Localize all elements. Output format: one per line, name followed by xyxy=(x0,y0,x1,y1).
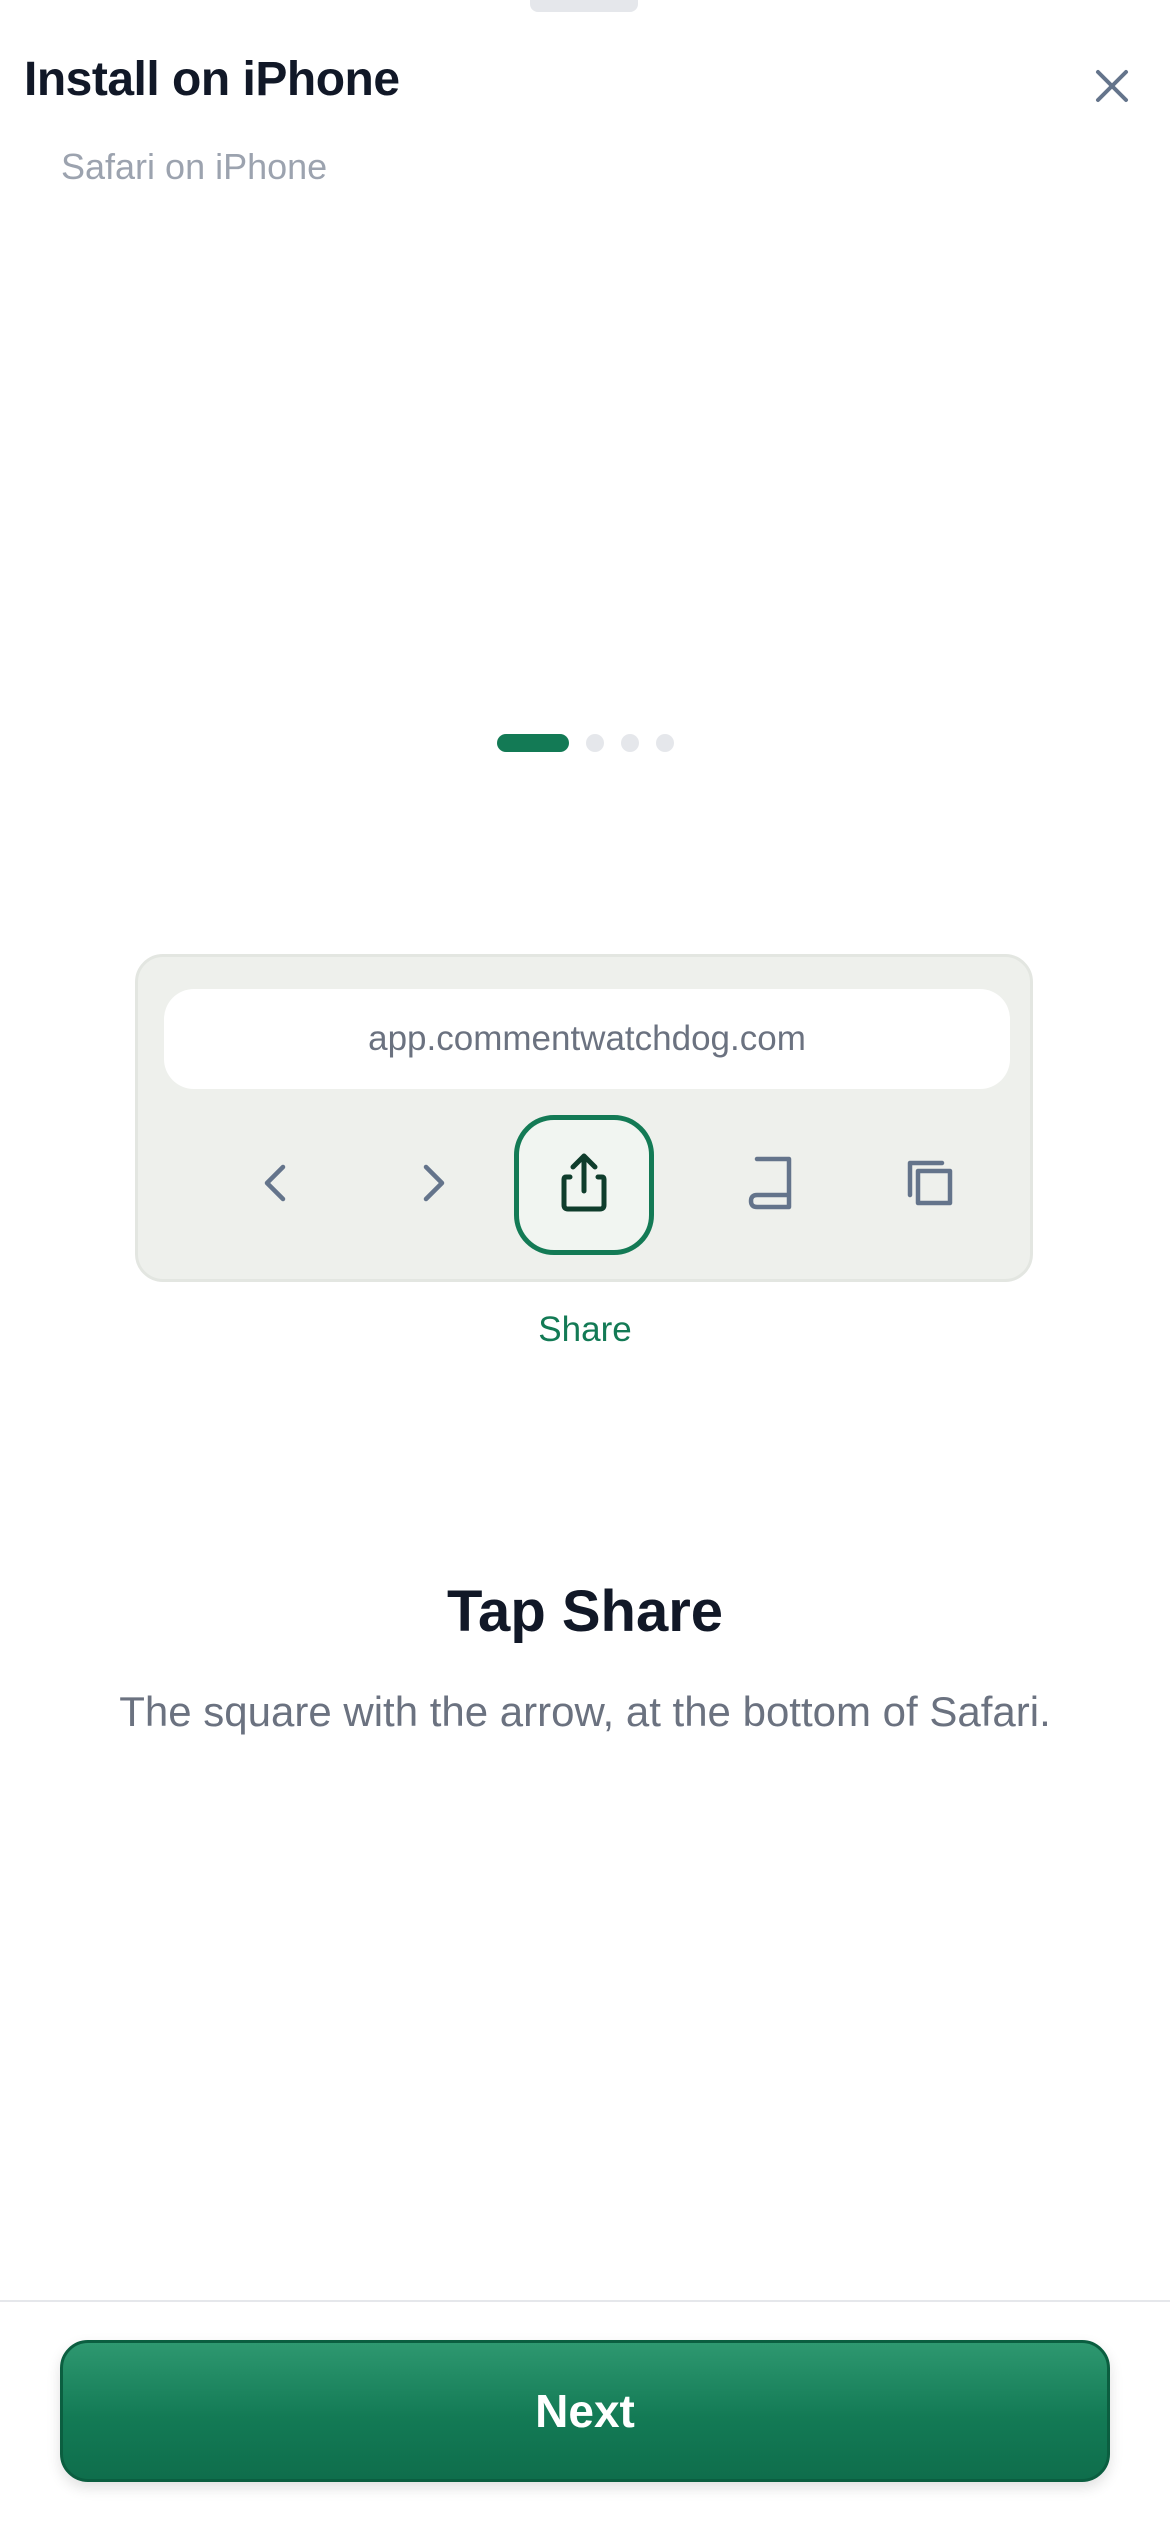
tabs-button-illustration xyxy=(860,1115,1000,1255)
pager-dot[interactable] xyxy=(655,734,674,752)
footer-divider xyxy=(0,2300,1170,2302)
page-title: Install on iPhone xyxy=(24,53,400,106)
pager-dot[interactable] xyxy=(585,734,604,752)
bookmarks-button-illustration xyxy=(701,1115,841,1255)
step-pager xyxy=(0,734,1170,752)
chevron-right-icon xyxy=(414,1159,454,1212)
tabs-icon xyxy=(902,1155,958,1216)
page-subtitle: Safari on iPhone xyxy=(61,146,328,187)
forward-button-illustration xyxy=(364,1115,504,1255)
safari-toolbar xyxy=(138,1115,1030,1255)
close-button[interactable] xyxy=(1080,56,1144,120)
safari-mockup: app.commentwatchdog.com xyxy=(135,954,1033,1282)
next-button[interactable]: Next xyxy=(60,2340,1110,2482)
share-icon xyxy=(556,1151,612,1220)
chevron-left-icon xyxy=(255,1159,295,1212)
close-icon xyxy=(1092,66,1132,111)
install-sheet: Install on iPhone Safari on iPhone app.c… xyxy=(0,0,1170,2532)
pager-dot[interactable] xyxy=(620,734,639,752)
share-button-illustration xyxy=(514,1115,654,1255)
book-icon xyxy=(743,1153,799,1218)
url-bar: app.commentwatchdog.com xyxy=(164,989,1010,1089)
step-description: The square with the arrow, at the bottom… xyxy=(119,1688,1051,1735)
pager-dot-active[interactable] xyxy=(496,734,569,752)
step-title: Tap Share xyxy=(446,1579,724,1644)
sheet-grabber[interactable] xyxy=(530,0,638,12)
highlight-label: Share xyxy=(538,1310,632,1349)
back-button-illustration xyxy=(205,1115,345,1255)
